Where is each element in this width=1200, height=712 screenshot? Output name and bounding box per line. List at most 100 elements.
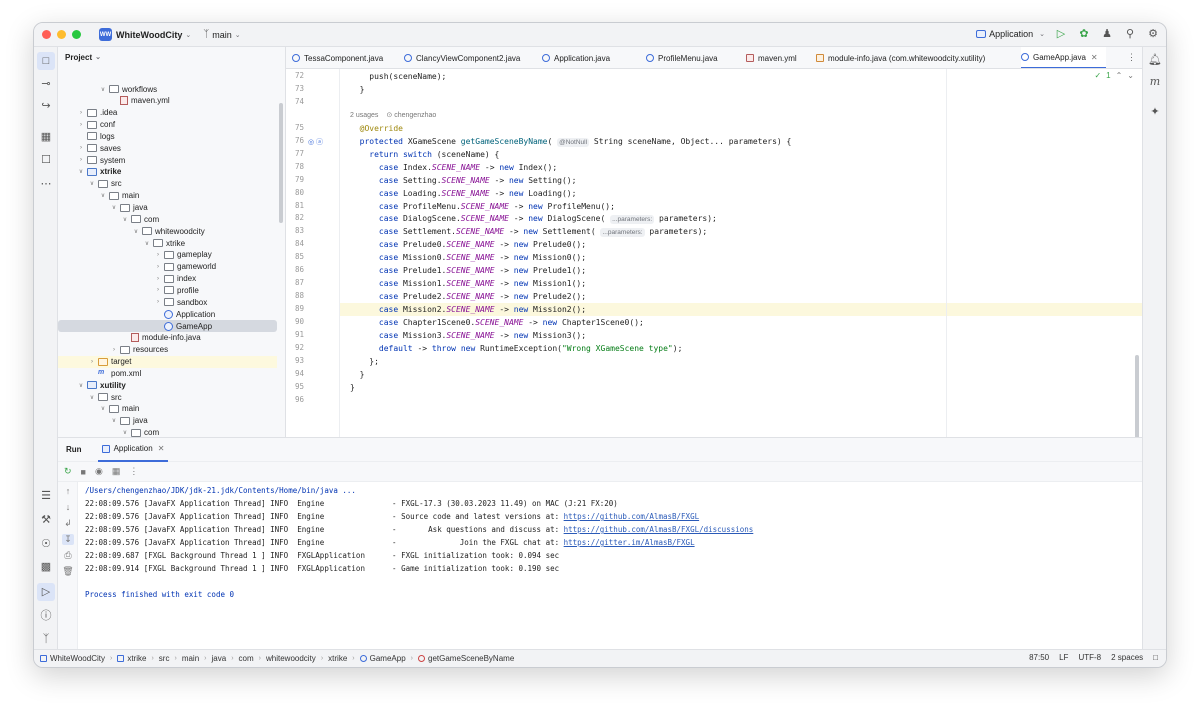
tree-item[interactable]: › sandbox bbox=[58, 296, 277, 308]
close-icon[interactable]: ✕ bbox=[158, 444, 165, 453]
tree-item[interactable]: › resources bbox=[58, 344, 277, 356]
inspection-widget[interactable]: ✓ 1 ⌃ ⌄ bbox=[1094, 71, 1134, 80]
code-line[interactable]: case Prelude1.SCENE_NAME -> new Prelude1… bbox=[350, 264, 586, 277]
more-tools-icon[interactable]: ⋯ bbox=[39, 177, 53, 191]
code-area[interactable]: push(sceneName); } 2 usages ⊙ chengenzhao … bbox=[340, 69, 1142, 437]
tree-item[interactable]: GameApp bbox=[58, 320, 277, 332]
override-marker-icon[interactable]: ◎ ⓐ bbox=[308, 137, 323, 147]
run-configuration-selector[interactable]: Application ⌄ bbox=[976, 29, 1045, 39]
tree-item[interactable]: ∨ workflows bbox=[58, 83, 277, 95]
breadcrumb-item[interactable]: GameApp bbox=[359, 654, 406, 663]
tree-item[interactable]: › conf bbox=[58, 119, 277, 131]
close-icon[interactable]: ✕ bbox=[1091, 53, 1098, 62]
breadcrumb-item[interactable]: whitewoodcity bbox=[266, 654, 316, 663]
code-line[interactable]: return switch (sceneName) { bbox=[350, 148, 499, 161]
chevron-right-icon[interactable]: › bbox=[154, 264, 162, 270]
tree-item[interactable]: ∨ whitewoodcity bbox=[58, 225, 277, 237]
breadcrumb-item[interactable]: WhiteWoodCity bbox=[40, 654, 105, 663]
more-actions-icon[interactable]: ⋮ bbox=[129, 466, 138, 477]
tab-profilemenu-java[interactable]: ProfileMenu.java bbox=[646, 47, 726, 68]
tree-item[interactable]: m pom.xml bbox=[58, 367, 277, 379]
code-line[interactable]: case Mission1.SCENE_NAME -> new Mission1… bbox=[350, 277, 586, 290]
project-badge-icon[interactable]: WW bbox=[99, 28, 112, 41]
tab-application-java[interactable]: Application.java bbox=[542, 47, 618, 68]
chevron-right-icon[interactable]: › bbox=[110, 347, 118, 353]
chevron-right-icon[interactable]: › bbox=[154, 276, 162, 282]
code-line[interactable]: } bbox=[350, 381, 355, 394]
chevron-down-icon[interactable]: ∨ bbox=[132, 228, 140, 235]
code-line[interactable]: case Index.SCENE_NAME -> new Index(); bbox=[350, 161, 557, 174]
chevron-right-icon[interactable]: › bbox=[154, 252, 162, 258]
tab-clancyviewcomponent2-java[interactable]: ClancyViewComponent2.java bbox=[404, 47, 528, 68]
tree-item[interactable]: ∨ com bbox=[58, 213, 277, 225]
tree-item[interactable]: › profile bbox=[58, 284, 277, 296]
code-line[interactable]: @Override bbox=[350, 122, 403, 135]
project-switcher[interactable]: WhiteWoodCity bbox=[116, 30, 182, 40]
debug-icon[interactable]: ✿ bbox=[1077, 27, 1091, 40]
chevron-down-icon[interactable]: ∨ bbox=[110, 204, 118, 211]
caret-position[interactable]: 87:50 bbox=[1029, 653, 1049, 662]
tree-item[interactable]: › index bbox=[58, 273, 277, 285]
code-line[interactable]: default -> throw new RuntimeException("W… bbox=[350, 342, 682, 355]
tab-module-info-java-com-whitewoodcity-xutility-[interactable]: module-info.java (com.whitewoodcity.xuti… bbox=[816, 47, 993, 68]
close-window-button[interactable] bbox=[42, 30, 51, 39]
chevron-down-icon[interactable]: ∨ bbox=[121, 216, 129, 223]
chevron-down-icon[interactable]: ∨ bbox=[99, 86, 107, 93]
code-line[interactable]: } bbox=[350, 368, 365, 381]
chevron-down-icon[interactable]: ∨ bbox=[77, 382, 85, 389]
chevron-right-icon[interactable]: › bbox=[88, 359, 96, 365]
chevron-up-icon[interactable]: ⌃ bbox=[1116, 71, 1123, 80]
code-line[interactable]: case Prelude2.SCENE_NAME -> new Prelude2… bbox=[350, 290, 586, 303]
chevron-down-icon[interactable]: ⌄ bbox=[1127, 71, 1134, 80]
breadcrumb-item[interactable]: getGameSceneByName bbox=[418, 654, 514, 663]
rerun-icon[interactable]: ↻ bbox=[64, 466, 72, 477]
run-icon[interactable]: ▷ bbox=[1054, 27, 1068, 40]
chevron-down-icon[interactable]: ⌄ bbox=[235, 31, 241, 39]
tree-item[interactable]: › gameplay bbox=[58, 249, 277, 261]
chevron-down-icon[interactable]: ∨ bbox=[99, 405, 107, 412]
code-line[interactable]: }; bbox=[350, 355, 379, 368]
tree-item[interactable]: ∨ src bbox=[58, 178, 277, 190]
print-icon[interactable]: ⎙ bbox=[62, 550, 74, 561]
indent-setting[interactable]: 2 spaces bbox=[1111, 653, 1143, 662]
bookmarks-icon[interactable]: ☐ bbox=[39, 153, 53, 167]
usages-count[interactable]: 2 usages bbox=[350, 112, 378, 119]
tab-maven-yml[interactable]: maven.yml bbox=[746, 47, 805, 68]
ai-assistant-icon[interactable]: ✦ bbox=[1148, 105, 1162, 118]
breadcrumb-item[interactable]: xtrike bbox=[117, 654, 146, 663]
tree-item[interactable]: › saves bbox=[58, 142, 277, 154]
chevron-down-icon[interactable]: ∨ bbox=[110, 417, 118, 424]
soft-wrap-icon[interactable]: ↲ bbox=[62, 518, 74, 529]
log-link[interactable]: https://gitter.im/AlmasB/FXGL bbox=[564, 538, 695, 547]
code-line[interactable]: case Setting.SCENE_NAME -> new Setting()… bbox=[350, 174, 577, 187]
chevron-down-icon[interactable]: ⌄ bbox=[185, 31, 191, 39]
tree-item[interactable]: › target bbox=[58, 355, 277, 368]
code-line[interactable]: case Chapter1Scene0.SCENE_NAME -> new Ch… bbox=[350, 316, 644, 329]
notifications-icon[interactable]: 🔔︎ bbox=[1148, 53, 1162, 66]
branch-switcher[interactable]: main bbox=[212, 30, 232, 40]
maven-icon[interactable]: m bbox=[1148, 75, 1162, 88]
tree-item[interactable]: maven.yml bbox=[58, 95, 277, 107]
breadcrumb-item[interactable]: java bbox=[212, 654, 227, 663]
code-line[interactable]: case Mission3.SCENE_NAME -> new Mission3… bbox=[350, 329, 586, 342]
chevron-right-icon[interactable]: › bbox=[154, 287, 162, 293]
git-branch-icon[interactable]: ᛉ bbox=[203, 29, 209, 40]
chevron-down-icon[interactable]: ∨ bbox=[88, 180, 96, 187]
problems-icon[interactable]: ⓘ bbox=[39, 609, 53, 623]
tree-item[interactable]: ∨ xtrike bbox=[58, 237, 277, 249]
tab-tessacomponent-java[interactable]: TessaComponent.java bbox=[292, 47, 391, 68]
code-line[interactable]: case Prelude0.SCENE_NAME -> new Prelude0… bbox=[350, 238, 586, 251]
tab-gameapp-java[interactable]: GameApp.java ✕ bbox=[1021, 47, 1106, 68]
pull-requests-icon[interactable]: ↪ bbox=[39, 99, 53, 113]
editor-scrollbar[interactable] bbox=[1135, 355, 1139, 437]
lock-icon[interactable]: □ bbox=[1153, 653, 1158, 662]
terminal-icon[interactable]: ▩ bbox=[39, 560, 53, 574]
line-number-gutter[interactable]: 72 73 74 75 76 ◎ ⓐ 77 78 79 80 81 82 83 84 85 86 87 88 89 9… bbox=[286, 69, 340, 437]
project-panel-header[interactable]: Project ⌄ bbox=[58, 47, 285, 67]
log-link[interactable]: https://github.com/AlmasB/FXGL/discussio… bbox=[564, 525, 754, 534]
run-tool-icon[interactable]: ▷ bbox=[37, 583, 55, 601]
services-icon[interactable]: ☰ bbox=[39, 489, 53, 503]
file-encoding[interactable]: UTF-8 bbox=[1078, 653, 1101, 662]
tree-item[interactable]: ∨ main bbox=[58, 190, 277, 202]
breadcrumb-item[interactable]: src bbox=[159, 654, 170, 663]
